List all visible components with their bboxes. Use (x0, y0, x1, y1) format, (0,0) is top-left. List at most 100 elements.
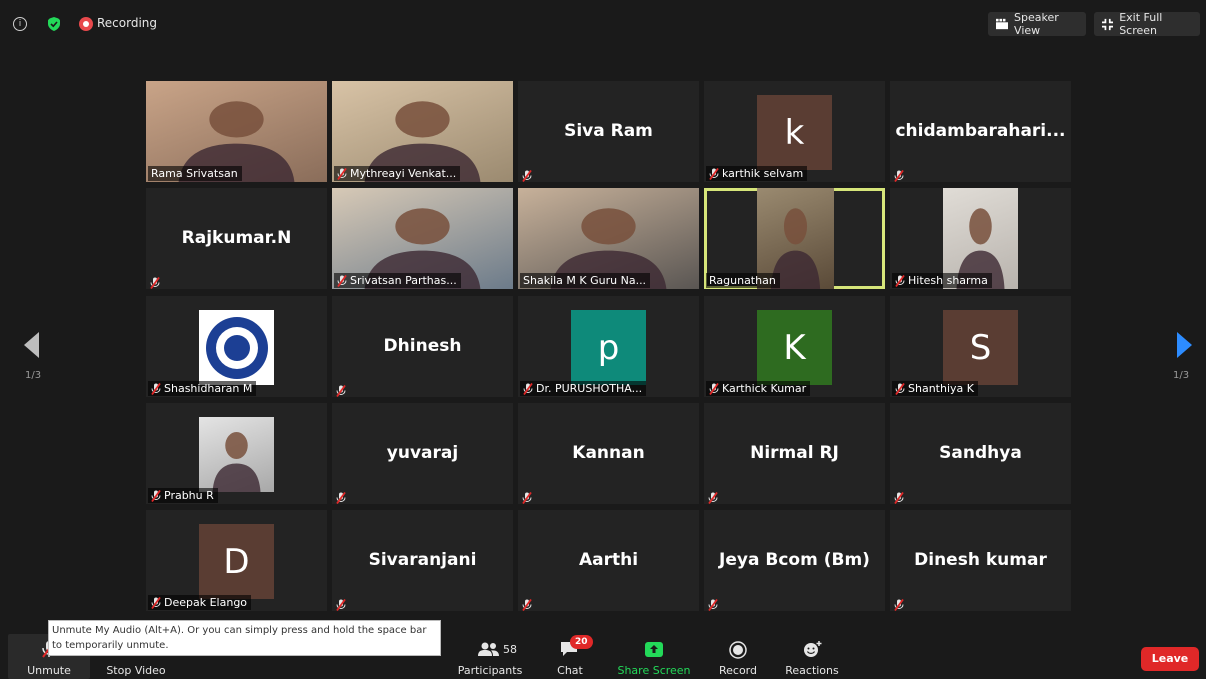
participant-tile[interactable]: Ragunathan (704, 188, 885, 289)
participant-display-name: yuvaraj (386, 443, 459, 463)
microphone-muted-icon (151, 489, 161, 502)
participant-tile[interactable]: chidambarahari... (890, 81, 1071, 182)
speaker-view-button[interactable]: Speaker View (988, 11, 1086, 37)
microphone-muted-icon (522, 596, 532, 611)
participant-tile[interactable]: Shakila M K Guru Na... (518, 188, 699, 289)
participant-tile[interactable]: p Dr. PURUSHOTHA... (518, 296, 699, 397)
participant-tile[interactable]: D Deepak Elango (146, 510, 327, 611)
college-logo-icon (199, 310, 274, 385)
participant-display-name: chidambarahari... (895, 121, 1066, 141)
participant-name-label: Shanthiya K (892, 381, 978, 396)
participant-tile[interactable]: Sandhya (890, 403, 1071, 504)
chat-button[interactable]: 20 Chat (540, 634, 600, 679)
participant-tile[interactable]: Srivatsan Parthas... (332, 188, 513, 289)
unmute-label: Unmute (27, 664, 71, 677)
microphone-muted-icon (523, 382, 533, 395)
speaker-view-icon (996, 18, 1009, 30)
microphone-muted-icon (894, 167, 904, 182)
participant-display-name: Nirmal RJ (750, 443, 839, 463)
microphone-muted-icon (894, 596, 904, 611)
participant-display-name: Kannan (572, 443, 645, 463)
avatar: K (757, 310, 832, 385)
speaker-view-label: Speaker View (1014, 11, 1059, 37)
unmute-tooltip: Unmute My Audio (Alt+A). Or you can simp… (48, 620, 441, 656)
participant-name-label: Shakila M K Guru Na... (520, 273, 651, 288)
participant-display-name: Aarthi (578, 550, 639, 570)
microphone-muted-icon (522, 489, 532, 504)
microphone-muted-icon (151, 596, 161, 609)
participant-tile[interactable]: Shashidharan M (146, 296, 327, 397)
microphone-muted-icon (337, 167, 347, 180)
participant-tile[interactable]: Rajkumar.N (146, 188, 327, 289)
previous-page-arrow-icon[interactable] (24, 332, 39, 358)
microphone-muted-icon (894, 489, 904, 504)
participant-tile[interactable]: Aarthi (518, 510, 699, 611)
leave-button[interactable]: Leave (1141, 647, 1199, 671)
participant-tile[interactable]: Dhinesh (332, 296, 513, 397)
participant-display-name: Sandhya (939, 443, 1022, 463)
recording-label: Recording (97, 16, 158, 30)
participant-tile[interactable]: Jeya Bcom (Bm) (704, 510, 885, 611)
participant-tile[interactable]: k karthik selvam (704, 81, 885, 182)
reactions-smiley-icon (804, 641, 822, 657)
share-screen-button[interactable]: Share Screen (612, 634, 696, 679)
participant-tile[interactable]: Mythreayi Venkat... (332, 81, 513, 182)
page-indicator-left: 1/3 (25, 370, 42, 381)
record-button[interactable]: Record (708, 634, 768, 679)
participant-tile[interactable]: Siva Ram (518, 81, 699, 182)
participant-tile[interactable]: K Karthick Kumar (704, 296, 885, 397)
avatar: D (199, 524, 274, 599)
participants-count: 58 (503, 643, 517, 656)
participant-name: Shakila M K Guru Na... (523, 274, 647, 287)
microphone-muted-icon (336, 596, 346, 611)
participant-name: Karthick Kumar (722, 382, 807, 395)
microphone-muted-icon (336, 489, 346, 504)
participant-name-label: karthik selvam (706, 166, 808, 181)
participant-tile[interactable]: Prabhu R (146, 403, 327, 504)
microphone-muted-icon (336, 382, 346, 397)
stop-video-label: Stop Video (106, 664, 166, 677)
participant-display-name: Dinesh kumar (914, 550, 1047, 570)
participants-icon (478, 642, 499, 656)
participant-tile[interactable]: Hitesh sharma (890, 188, 1071, 289)
participant-tile[interactable]: Dinesh kumar (890, 510, 1071, 611)
participant-tile[interactable]: yuvaraj (332, 403, 513, 504)
participants-button[interactable]: 58 Participants (452, 634, 528, 679)
participant-tile[interactable]: Sivaranjani (332, 510, 513, 611)
reactions-label: Reactions (785, 664, 839, 677)
microphone-muted-icon (709, 382, 719, 395)
info-icon[interactable]: i (13, 17, 27, 31)
microphone-muted-icon (151, 382, 161, 395)
microphone-muted-icon (708, 596, 718, 611)
participant-name: Shashidharan M (164, 382, 253, 395)
chat-unread-badge: 20 (570, 635, 593, 649)
participant-name-label: Deepak Elango (148, 595, 252, 610)
record-icon (729, 641, 747, 659)
reactions-button[interactable]: Reactions (780, 634, 844, 679)
exit-full-screen-label: Exit Full Screen (1119, 11, 1163, 37)
participant-name: Hitesh sharma (908, 274, 988, 287)
participant-name-label: Srivatsan Parthas... (334, 273, 461, 288)
participant-display-name: Dhinesh (383, 336, 462, 356)
top-bar: i Recording Speaker View Exit Full Scree… (0, 0, 1206, 46)
participant-tile[interactable]: S Shanthiya K (890, 296, 1071, 397)
participant-name: Prabhu R (164, 489, 214, 502)
participant-name-label: Ragunathan (706, 273, 780, 288)
microphone-muted-icon (337, 274, 347, 287)
participant-name: Dr. PURUSHOTHA... (536, 382, 643, 395)
page-indicator-right: 1/3 (1173, 370, 1190, 381)
participant-tile[interactable]: Rama Srivatsan (146, 81, 327, 182)
participant-name-label: Rama Srivatsan (148, 166, 242, 181)
share-screen-label: Share Screen (617, 664, 691, 677)
next-page-arrow-icon[interactable] (1177, 332, 1192, 358)
participant-name: Shanthiya K (908, 382, 974, 395)
participant-tile[interactable]: Kannan (518, 403, 699, 504)
shield-icon[interactable] (47, 17, 61, 31)
avatar: S (943, 310, 1018, 385)
participants-label: Participants (457, 664, 523, 677)
participant-tile[interactable]: Nirmal RJ (704, 403, 885, 504)
microphone-muted-icon (895, 274, 905, 287)
exit-full-screen-button[interactable]: Exit Full Screen (1094, 11, 1200, 37)
participant-name-label: Shashidharan M (148, 381, 257, 396)
microphone-muted-icon (522, 167, 532, 182)
